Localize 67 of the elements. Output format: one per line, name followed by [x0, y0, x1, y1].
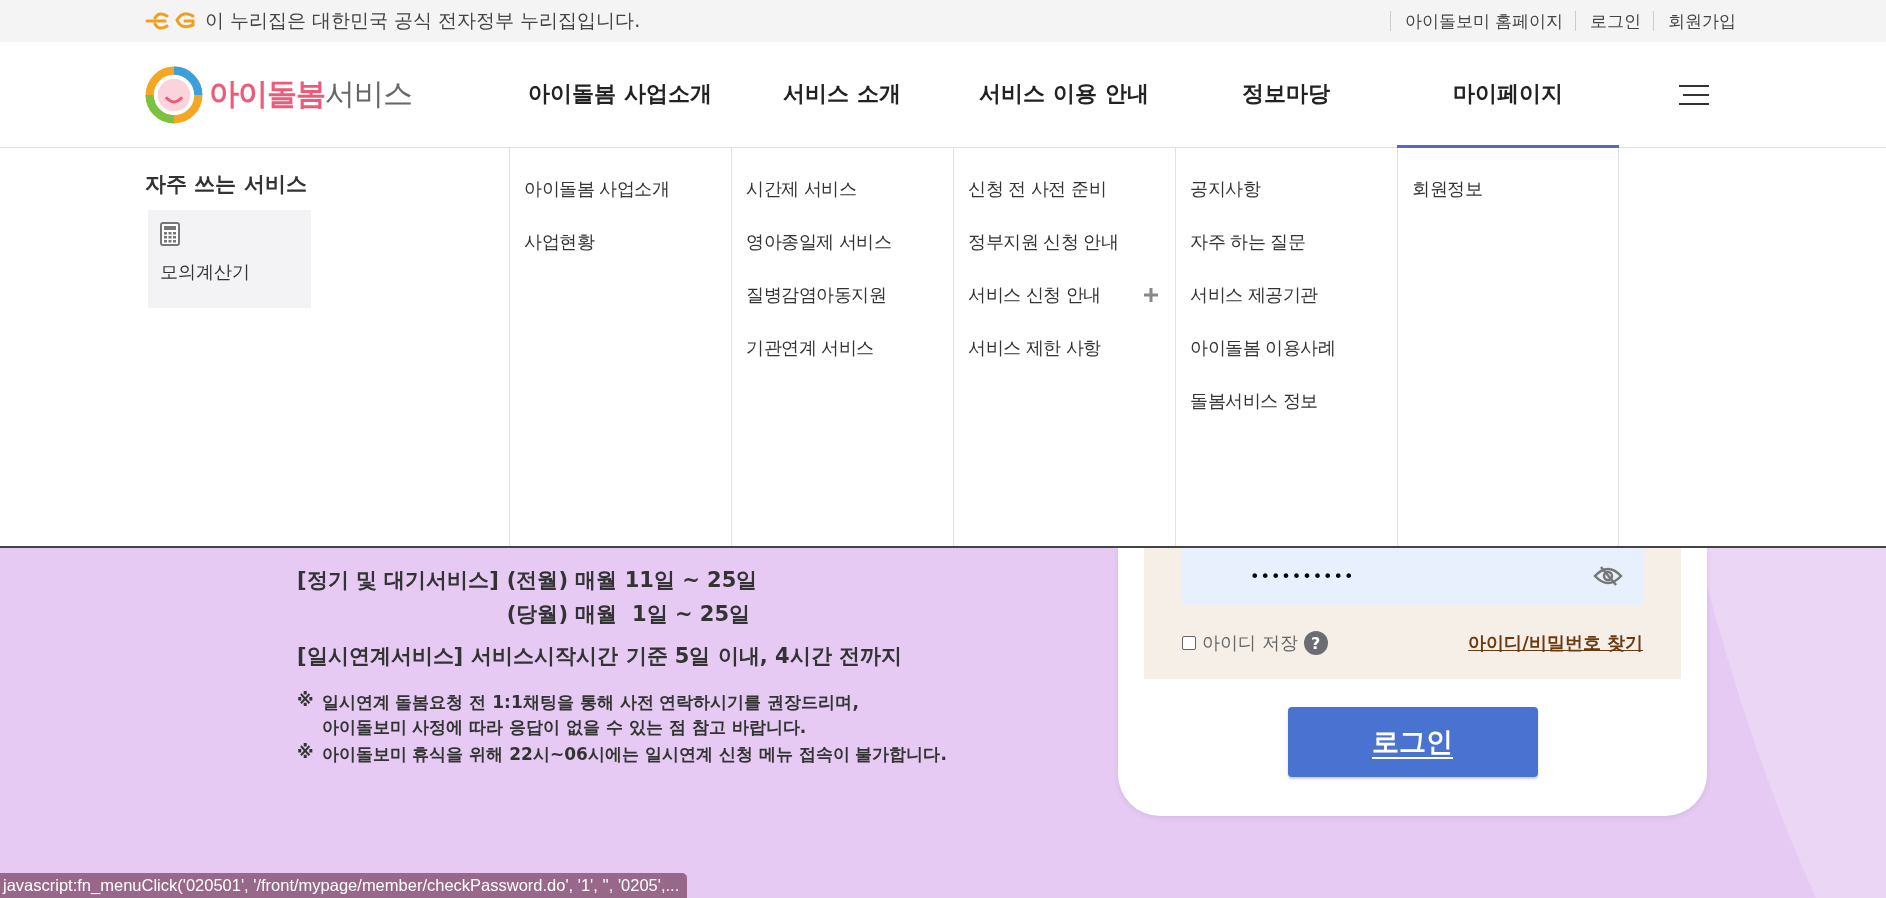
- schedule-period: (전월) 매월 11일 ~ 25일: [506, 567, 758, 594]
- utility-link[interactable]: 로그인: [1575, 11, 1653, 31]
- nav-tab[interactable]: 서비스 소개: [731, 42, 953, 148]
- menu-item[interactable]: 정부지원 신청 안내: [968, 215, 1175, 268]
- checkbox[interactable]: [1182, 636, 1196, 650]
- menu-link[interactable]: 자주 하는 질문: [1190, 229, 1306, 254]
- menu-link[interactable]: 회원정보: [1412, 176, 1482, 201]
- nav-tab[interactable]: 아이돌봄 사업소개: [509, 42, 731, 148]
- help-icon[interactable]: ?: [1303, 631, 1328, 655]
- status-url: javascript:fn_menuClick('020501', '/front/mypage/member/checkPassword.do', '1', '', '0205',...: [0, 873, 688, 898]
- menu-item[interactable]: 회원정보: [1412, 162, 1618, 215]
- nav-tab[interactable]: 서비스 이용 안내: [953, 42, 1175, 148]
- menu-link[interactable]: 공지사항: [1190, 176, 1260, 201]
- menu-item[interactable]: 공지사항: [1190, 162, 1397, 215]
- schedule-period: 서비스시작시간 기준 5일 이내, 4시간 전까지: [471, 643, 902, 670]
- hide-password-icon: [1593, 565, 1623, 587]
- nav-tab[interactable]: 정보마당: [1175, 42, 1397, 148]
- menu-item[interactable]: 영아종일제 서비스: [746, 215, 953, 268]
- menu-link[interactable]: 신청 전 사전 준비: [968, 176, 1107, 201]
- menu-link[interactable]: 사업현황: [524, 229, 594, 254]
- menu-item[interactable]: 돌봄서비스 정보: [1190, 374, 1397, 427]
- login-button[interactable]: 로그인: [1287, 707, 1538, 777]
- menu-link[interactable]: 아이돌봄 사업소개: [524, 176, 670, 201]
- note-text: 아이돌보미 휴식을 위해 22시~06시에는 일시연계 신청 메뉴 접속이 불가합니다.: [321, 743, 947, 766]
- menu-item[interactable]: 사업현황: [524, 215, 731, 268]
- find-account-link[interactable]: 아이디/비밀번호 찾기: [1468, 631, 1643, 655]
- utility-link[interactable]: 아이돌보미 홈페이지: [1389, 11, 1575, 31]
- menu-link[interactable]: 서비스 제공기관: [1190, 282, 1318, 307]
- menu-link[interactable]: 아이돌봄 이용사례: [1190, 335, 1336, 360]
- schedule-label: [정기 및 대기서비스]: [297, 567, 499, 594]
- menu-item[interactable]: 신청 전 사전 준비: [968, 162, 1175, 215]
- menu-item[interactable]: 서비스 제공기관: [1190, 268, 1397, 321]
- utility-link[interactable]: 회원가입: [1653, 11, 1748, 31]
- menu-link[interactable]: 기관연계 서비스: [746, 335, 874, 360]
- shortcut-tile[interactable]: 모의계산기: [148, 210, 311, 308]
- menu-link[interactable]: 영아종일제 서비스: [746, 229, 892, 254]
- checkbox-label: 아이디 저장: [1202, 631, 1298, 655]
- schedule-label: [일시연계서비스]: [297, 643, 464, 670]
- menu-link[interactable]: 서비스 제한 사항: [968, 335, 1101, 360]
- calculator-icon: [160, 222, 180, 246]
- menu-item[interactable]: 자주 하는 질문: [1190, 215, 1397, 268]
- nav-tab[interactable]: 마이페이지: [1397, 42, 1619, 148]
- menu-icon: [1679, 84, 1709, 105]
- menu-link[interactable]: 질병감염아동지원: [746, 282, 886, 307]
- menu-item[interactable]: 시간제 서비스: [746, 162, 953, 215]
- menu-link[interactable]: 돌봄서비스 정보: [1190, 388, 1318, 413]
- logo-icon: [145, 65, 203, 124]
- banner-text: 이 누리집은 대한민국 공식 전자정부 누리집입니다.: [205, 8, 641, 33]
- menu-item[interactable]: 기관연계 서비스: [746, 321, 953, 374]
- menu-item[interactable]: 질병감염아동지원: [746, 268, 953, 321]
- shortcut-label: 모의계산기: [160, 260, 251, 284]
- note-mark: ※: [297, 742, 314, 764]
- password-field[interactable]: ••••••••••: [1182, 548, 1643, 605]
- note-mark: ※: [297, 690, 314, 712]
- menu-item[interactable]: 아이돌봄 사업소개: [524, 162, 731, 215]
- menu-link[interactable]: 서비스 신청 안내: [968, 282, 1101, 307]
- note-text: 일시연계 돌봄요청 전 1:1채팅을 통해 사전 연락하시기를 권장드리며, 아이돌보미 사정에 따라 응답이 없을 수 있는 점 참고 바랍니다.: [321, 691, 859, 739]
- menu-link[interactable]: 정부지원 신청 안내: [968, 229, 1119, 254]
- plus-icon[interactable]: [1143, 286, 1159, 303]
- menu-item[interactable]: 서비스 제한 사항: [968, 321, 1175, 374]
- menu-link[interactable]: 시간제 서비스: [746, 176, 857, 201]
- schedule-period: (당월) 매월 1일 ~ 25일: [506, 601, 751, 628]
- emblem-icon: [145, 12, 197, 30]
- menu-item[interactable]: 아이돌봄 이용사례: [1190, 321, 1397, 374]
- section-title: 자주 쓰는 서비스: [145, 171, 308, 198]
- menu-item[interactable]: 서비스 신청 안내: [968, 268, 1175, 321]
- logo-text[interactable]: 아이돌봄서비스: [209, 74, 412, 115]
